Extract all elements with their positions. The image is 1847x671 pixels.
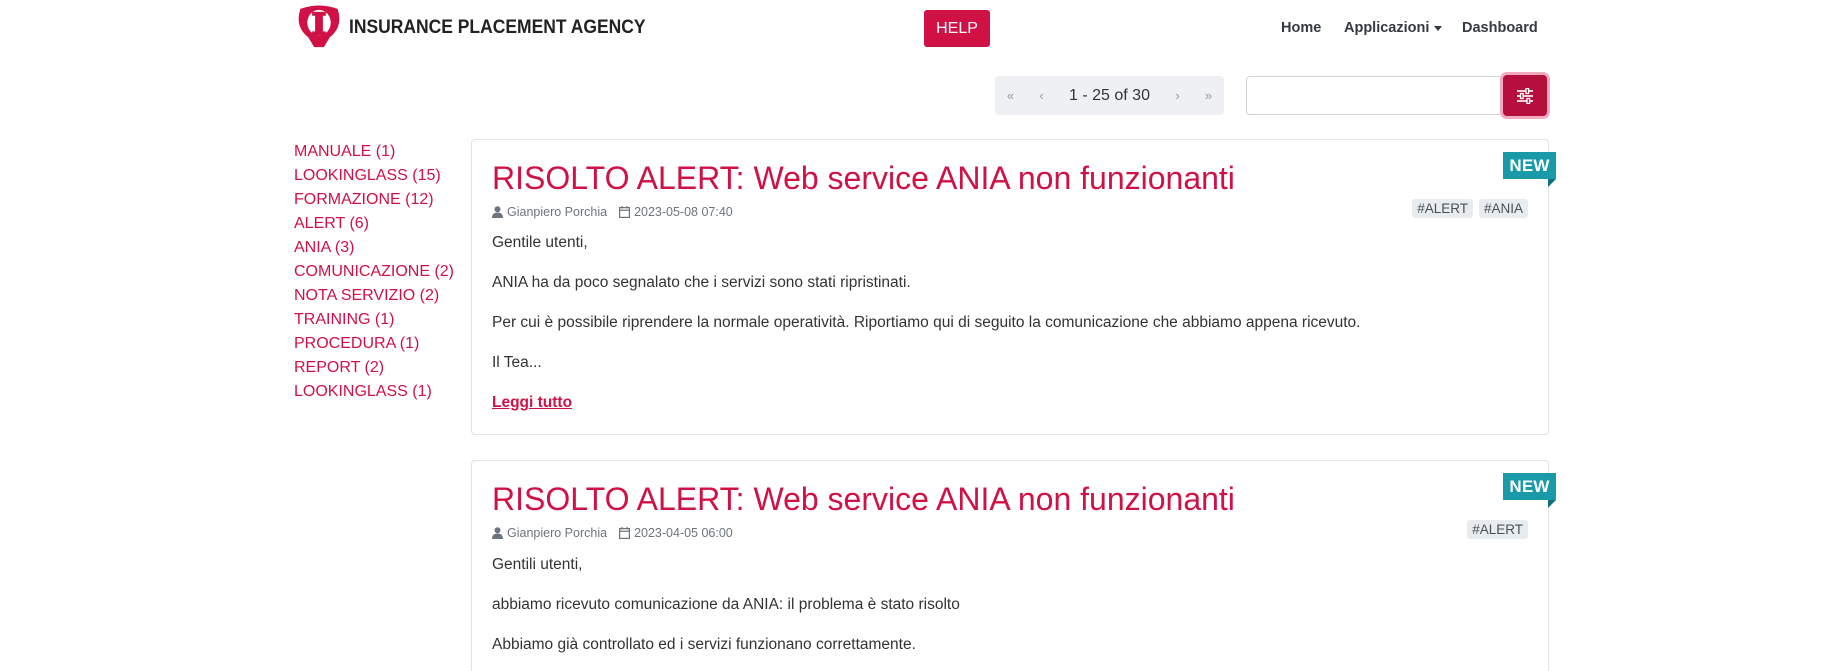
pagination-next-button[interactable]: › (1162, 88, 1193, 103)
post-author: Gianpiero Porchia (507, 526, 608, 540)
pagination: « ‹ 1 - 25 of 30 › » (995, 76, 1224, 115)
post-tags: #ALERT (1467, 520, 1528, 539)
post-paragraph: abbiamo ricevuto comunicazione da ANIA: … (492, 596, 960, 613)
post-card: NEW RISOLTO ALERT: Web service ANIA non … (471, 460, 1556, 671)
calendar-icon (619, 527, 631, 539)
user-icon (492, 206, 503, 218)
nav-dashboard[interactable]: Dashboard (1462, 20, 1538, 36)
search-input[interactable] (1246, 76, 1504, 115)
pagination-prev-button[interactable]: ‹ (1026, 88, 1057, 103)
user-icon (492, 527, 503, 539)
nav-applicazioni-dropdown[interactable]: Applicazioni (1344, 20, 1443, 36)
shield-logo-icon (298, 5, 340, 48)
sliders-icon (1517, 87, 1533, 104)
category-item-report[interactable]: REPORT (2) (294, 356, 454, 380)
post-tags: #ALERT #ANIA (1412, 199, 1528, 218)
calendar-icon (619, 206, 631, 218)
post-date: 2023-05-08 07:40 (634, 205, 733, 219)
brand-name: INSURANCE PLACEMENT AGENCY (349, 16, 646, 38)
help-button[interactable]: HELP (924, 10, 990, 47)
post-paragraph: Gentili utenti, (492, 556, 583, 573)
post-meta: Gianpiero Porchia 2023-04-05 06:00 (492, 526, 733, 540)
post-paragraph: Per cui è possibile riprendere la normal… (492, 314, 1361, 331)
post-paragraph: ANIA ha da poco segnalato che i servizi … (492, 274, 911, 291)
caret-down-icon (1434, 25, 1443, 31)
category-item-lookinglass-2[interactable]: LOOKINGLASS (1) (294, 380, 454, 404)
nav-applicazioni-label: Applicazioni (1344, 20, 1430, 36)
new-badge: NEW (1503, 152, 1556, 187)
category-item-alert[interactable]: ALERT (6) (294, 212, 454, 236)
pagination-last-button[interactable]: » (1193, 88, 1224, 103)
post-meta: Gianpiero Porchia 2023-05-08 07:40 (492, 205, 733, 219)
category-item-training[interactable]: TRAINING (1) (294, 308, 454, 332)
category-item-formazione[interactable]: FORMAZIONE (12) (294, 188, 454, 212)
tag-badge[interactable]: #ANIA (1478, 199, 1528, 218)
new-badge: NEW (1503, 473, 1556, 508)
post-title[interactable]: RISOLTO ALERT: Web service ANIA non funz… (492, 160, 1235, 197)
post-date: 2023-04-05 06:00 (634, 526, 733, 540)
category-item-procedura[interactable]: PROCEDURA (1) (294, 332, 454, 356)
filter-button[interactable] (1503, 75, 1547, 116)
category-list: MANUALE (1) LOOKINGLASS (15) FORMAZIONE … (294, 140, 454, 404)
post-paragraph: Il Tea... (492, 354, 542, 371)
category-item-nota-servizio[interactable]: NOTA SERVIZIO (2) (294, 284, 454, 308)
post-paragraph: Gentile utenti, (492, 234, 588, 251)
nav-home[interactable]: Home (1281, 20, 1321, 36)
read-more-link[interactable]: Leggi tutto (492, 394, 572, 412)
post-title[interactable]: RISOLTO ALERT: Web service ANIA non funz… (492, 481, 1235, 518)
category-item-lookinglass[interactable]: LOOKINGLASS (15) (294, 164, 454, 188)
category-item-manuale[interactable]: MANUALE (1) (294, 140, 454, 164)
pagination-info: 1 - 25 of 30 (1069, 86, 1150, 104)
pagination-first-button[interactable]: « (995, 88, 1026, 103)
brand-logo[interactable]: INSURANCE PLACEMENT AGENCY (294, 5, 671, 50)
post-paragraph: Abbiamo già controllato ed i servizi fun… (492, 636, 916, 653)
post-author: Gianpiero Porchia (507, 205, 608, 219)
post-card: NEW RISOLTO ALERT: Web service ANIA non … (471, 139, 1556, 435)
category-item-ania[interactable]: ANIA (3) (294, 236, 454, 260)
category-item-comunicazione[interactable]: COMUNICAZIONE (2) (294, 260, 454, 284)
tag-badge[interactable]: #ALERT (1467, 520, 1528, 539)
tag-badge[interactable]: #ALERT (1412, 199, 1473, 218)
